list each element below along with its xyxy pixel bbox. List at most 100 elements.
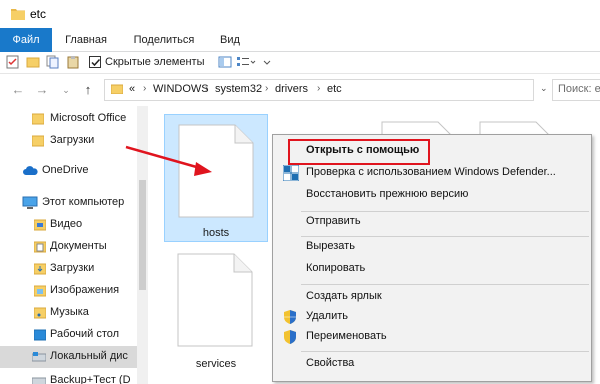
tab-view[interactable]: Вид — [214, 28, 246, 52]
computer-icon — [22, 196, 38, 213]
tab-file[interactable]: Файл — [0, 28, 52, 52]
recent-chevron-icon[interactable]: ⌄ — [58, 82, 74, 98]
back-arrow-icon[interactable]: ← — [10, 82, 26, 98]
nav-item-desktop[interactable]: Рабочий стол — [0, 324, 137, 346]
highlight-box — [288, 139, 430, 165]
nav-item-label: Документы — [50, 240, 107, 252]
search-input[interactable]: Поиск: etc — [552, 79, 600, 101]
folder-icon — [11, 8, 25, 23]
nav-item-downloads[interactable]: Загрузки — [0, 258, 137, 280]
nav-item-music[interactable]: Музыка — [0, 302, 137, 324]
nav-item-pictures[interactable]: Изображения — [0, 280, 137, 302]
nav-item-label: Изображения — [50, 284, 120, 296]
details-icon[interactable] — [236, 55, 256, 72]
menu-item-create-shortcut[interactable]: Создать ярлык — [273, 286, 593, 308]
address-bar[interactable]: « › WINDOWS › system32 › drivers › etc — [104, 79, 534, 101]
file-name: services — [195, 358, 237, 370]
copy-icon[interactable] — [46, 55, 60, 72]
quick-toolbar: Скрытые элементы — [0, 52, 600, 74]
menu-item-properties[interactable]: Свойства — [273, 353, 593, 375]
hidden-items-checkbox[interactable] — [89, 56, 101, 68]
nav-item-downloads-quick[interactable]: Загрузки — [0, 130, 137, 152]
nav-item-onedrive[interactable]: OneDrive — [0, 160, 137, 182]
drive-icon — [31, 350, 47, 366]
breadcrumb-separator[interactable]: › — [205, 83, 208, 94]
menu-item-delete[interactable]: Удалить — [273, 306, 593, 328]
breadcrumb-windows[interactable]: WINDOWS — [153, 83, 209, 95]
menu-item-label: Проверка с использованием Windows Defend… — [306, 166, 556, 178]
nav-item-label: Microsoft Office — [50, 112, 127, 124]
document-icon — [177, 123, 255, 222]
video-folder-icon — [33, 218, 47, 234]
nav-item-video[interactable]: Видео — [0, 214, 137, 236]
menu-item-label: Вырезать — [306, 240, 355, 252]
properties-icon[interactable] — [6, 55, 20, 72]
menu-item-send-to[interactable]: Отправить — [273, 209, 593, 231]
folder-icon — [110, 83, 124, 97]
up-arrow-icon[interactable]: ↑ — [80, 82, 96, 98]
tab-home[interactable]: Главная — [64, 28, 108, 52]
nav-item-label: Рабочий стол — [50, 328, 120, 340]
layout-icon[interactable] — [218, 55, 232, 72]
context-menu: Открыть с помощью Проверка с использован… — [272, 134, 592, 382]
hidden-items-label: Скрытые элементы — [105, 56, 205, 68]
nav-item-label: Музыка — [50, 306, 89, 318]
address-row: ← → ⌄ ↑ « › WINDOWS › system32 › drivers… — [0, 74, 600, 106]
menu-item-label: Копировать — [306, 262, 366, 274]
documents-folder-icon — [33, 240, 47, 256]
nav-item-label: Локальный дис — [50, 350, 128, 362]
file-item-services[interactable]: services — [164, 248, 268, 374]
menu-item-label: Свойства — [306, 357, 355, 369]
menu-item-defender-scan[interactable]: Проверка с использованием Windows Defend… — [273, 162, 593, 184]
nav-item-this-pc[interactable]: Этот компьютер — [0, 192, 137, 214]
nav-scrollbar-thumb[interactable] — [139, 180, 146, 290]
menu-item-restore-version[interactable]: Восстановить прежнюю версию — [273, 184, 593, 206]
forward-arrow-icon[interactable]: → — [34, 82, 50, 98]
menu-item-copy[interactable]: Копировать — [273, 258, 593, 280]
menu-item-rename[interactable]: Переименовать — [273, 326, 593, 348]
menu-separator — [301, 284, 589, 285]
file-name: hosts — [202, 227, 230, 239]
breadcrumb-separator[interactable]: › — [317, 83, 320, 94]
folder-icon[interactable] — [26, 55, 40, 72]
paste-icon[interactable] — [66, 55, 80, 72]
nav-scrollbar[interactable] — [137, 106, 148, 384]
window-title: etc — [30, 7, 47, 21]
nav-item-microsoft-office[interactable]: Microsoft Office — [0, 108, 137, 130]
nav-item-backup-drive[interactable]: Backup+Тест (D — [0, 370, 137, 384]
address-dropdown-icon[interactable]: ⌄ — [540, 83, 548, 94]
document-icon — [176, 252, 254, 351]
folder-icon — [31, 112, 45, 128]
ribbon-tabs: Файл Главная Поделиться Вид — [0, 28, 600, 52]
menu-item-label: Создать ярлык — [306, 290, 382, 302]
onedrive-icon — [22, 166, 38, 179]
music-folder-icon — [33, 306, 47, 322]
pictures-folder-icon — [33, 284, 47, 300]
nav-item-label: Видео — [50, 218, 83, 230]
breadcrumb-system32[interactable]: system32 — [215, 83, 262, 95]
title-bar: etc — [0, 0, 600, 28]
nav-item-local-disk[interactable]: Локальный дис — [0, 346, 137, 368]
nav-item-label: OneDrive — [42, 164, 89, 176]
nav-item-label: Загрузки — [50, 134, 95, 146]
file-item-hosts[interactable]: hosts — [164, 114, 268, 242]
chevron-down-icon[interactable] — [262, 55, 272, 72]
navigation-pane: Microsoft Office Загрузки OneDrive Этот … — [0, 106, 148, 384]
breadcrumb-etc[interactable]: etc — [327, 83, 342, 95]
drive-icon — [31, 374, 47, 384]
menu-item-cut[interactable]: Вырезать — [273, 236, 593, 258]
nav-item-documents[interactable]: Документы — [0, 236, 137, 258]
nav-item-label: Backup+Тест (D — [50, 374, 131, 384]
menu-item-label: Отправить — [306, 215, 361, 227]
downloads-folder-icon — [33, 262, 47, 278]
folder-icon — [31, 134, 45, 150]
breadcrumb-separator[interactable]: › — [143, 83, 146, 94]
tab-share[interactable]: Поделиться — [128, 28, 200, 52]
menu-item-label: Удалить — [306, 310, 348, 322]
breadcrumb-overflow[interactable]: « — [129, 83, 135, 95]
breadcrumb-separator[interactable]: › — [265, 83, 268, 94]
breadcrumb-drivers[interactable]: drivers — [275, 83, 308, 95]
search-placeholder: Поиск: etc — [558, 83, 600, 95]
desktop-folder-icon — [33, 328, 47, 344]
nav-item-label: Загрузки — [50, 262, 95, 274]
